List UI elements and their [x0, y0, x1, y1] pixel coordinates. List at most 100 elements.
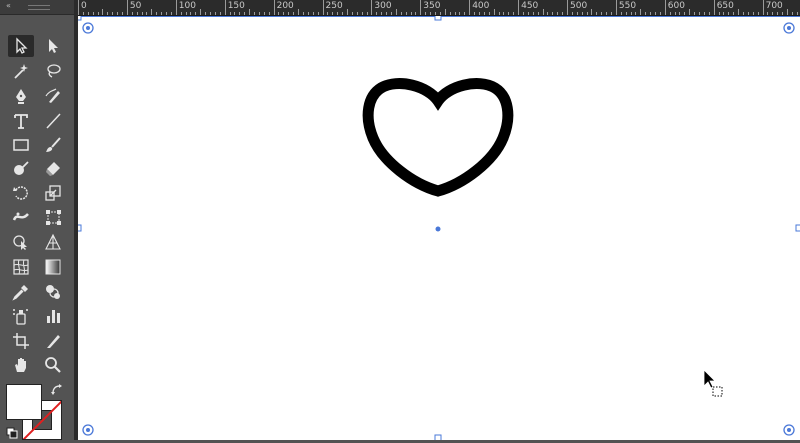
ruler-minor-tick	[474, 12, 476, 15]
ruler-minor-tick	[674, 12, 676, 15]
handle-top-center[interactable]	[434, 16, 442, 21]
hand-tool[interactable]	[8, 354, 34, 376]
ruler-minor-tick	[180, 12, 182, 15]
eraser-tool[interactable]	[40, 158, 66, 180]
shaper-tool[interactable]	[8, 158, 34, 180]
ruler-minor-tick	[444, 9, 446, 15]
ruler-minor-tick	[630, 12, 632, 15]
ruler-minor-tick	[757, 12, 759, 15]
handle-middle-right[interactable]	[795, 224, 800, 232]
handle-bottom-center[interactable]	[434, 434, 442, 440]
ruler-minor-tick	[390, 12, 392, 15]
corner-widget-bottom-left[interactable]	[82, 424, 94, 436]
ruler-minor-tick	[723, 12, 725, 15]
artboard-tool[interactable]	[8, 330, 34, 352]
scale-tool[interactable]	[40, 182, 66, 204]
artboard-tool-icon	[13, 333, 29, 349]
ruler-minor-tick	[645, 12, 647, 15]
ruler-minor-tick	[547, 12, 549, 15]
curvature-tool[interactable]	[40, 85, 66, 107]
ruler-label: 150	[227, 1, 245, 11]
rotate-tool[interactable]	[8, 182, 34, 204]
symbol-sprayer-tool-icon	[13, 309, 28, 325]
ruler-minor-tick	[425, 12, 427, 15]
lasso-tool[interactable]	[40, 60, 66, 82]
corner-widget-bottom-right[interactable]	[783, 424, 795, 436]
ruler-minor-tick	[787, 9, 789, 15]
fill-swatch[interactable]	[6, 384, 42, 420]
ruler-minor-tick	[708, 12, 710, 15]
type-tool[interactable]	[8, 110, 34, 132]
column-graph-tool[interactable]	[40, 305, 66, 327]
ruler-minor-tick	[356, 12, 358, 15]
ruler-label: 100	[178, 1, 196, 11]
heart-outline-shape[interactable]	[362, 78, 514, 197]
perspective-grid-tool[interactable]	[40, 231, 66, 253]
blend-tool[interactable]	[40, 281, 66, 303]
ruler-minor-tick	[483, 12, 485, 15]
ruler-major-tick	[273, 0, 275, 15]
line-segment-tool[interactable]	[40, 110, 66, 132]
ruler-minor-tick	[112, 12, 114, 15]
eyedropper-tool[interactable]	[8, 281, 34, 303]
ruler-label: 0	[81, 1, 87, 11]
tools-panel-header[interactable]: «	[0, 0, 74, 15]
gradient-tool[interactable]	[40, 256, 66, 278]
swap-fill-stroke-icon[interactable]	[50, 382, 64, 396]
ruler-minor-tick	[298, 9, 300, 15]
mesh-tool[interactable]	[8, 256, 34, 278]
corner-widget-top-right[interactable]	[783, 22, 795, 34]
hand-tool-icon	[15, 358, 26, 372]
ruler-label: 500	[570, 1, 588, 11]
magic-wand-tool[interactable]	[8, 60, 34, 82]
ruler-major-tick	[615, 0, 617, 15]
pen-tool[interactable]	[8, 85, 34, 107]
scale-tool-icon	[45, 185, 61, 201]
tools-panel: «	[0, 0, 74, 440]
ruler-minor-tick	[244, 12, 246, 15]
ruler-minor-tick	[743, 12, 745, 15]
horizontal-ruler[interactable]: 0 50 100 150 200 250 300 350 400 450 500 550 600 650 7…	[74, 0, 800, 16]
type-tool-icon	[14, 114, 28, 129]
ruler-minor-tick	[542, 9, 544, 15]
slice-tool[interactable]	[40, 330, 66, 352]
ruler-minor-tick	[606, 12, 608, 15]
free-transform-tool[interactable]	[40, 206, 66, 228]
ruler-minor-tick	[195, 12, 197, 15]
gradient-tool-icon	[45, 259, 61, 275]
collapse-panel-icon[interactable]: «	[6, 1, 11, 10]
rectangle-tool[interactable]	[8, 134, 34, 156]
direct-selection-tool[interactable]	[40, 35, 66, 57]
ruler-minor-tick	[449, 12, 451, 15]
default-fill-stroke-icon[interactable]	[6, 424, 18, 439]
column-graph-tool-icon	[47, 310, 60, 323]
symbol-sprayer-tool[interactable]	[8, 305, 34, 327]
ruler-major-tick	[518, 0, 520, 15]
ruler-minor-tick	[454, 12, 456, 15]
handle-middle-left[interactable]	[78, 224, 82, 232]
ruler-label: 450	[521, 1, 539, 11]
corner-widget-top-left[interactable]	[82, 22, 94, 34]
width-tool-icon	[12, 212, 29, 221]
ruler-major-tick	[224, 0, 226, 15]
ruler-minor-tick	[170, 12, 172, 15]
artboard-canvas[interactable]	[78, 16, 800, 440]
rotate-tool-icon	[13, 186, 28, 200]
ruler-minor-tick	[97, 12, 99, 15]
ruler-minor-tick	[498, 12, 500, 15]
panel-grip[interactable]	[28, 5, 50, 10]
paintbrush-tool[interactable]	[40, 134, 66, 156]
direct-selection-tool-icon	[49, 39, 58, 53]
selection-tool[interactable]	[8, 35, 34, 57]
ruler-minor-tick	[239, 12, 241, 15]
zoom-tool[interactable]	[40, 354, 66, 376]
width-tool[interactable]	[8, 206, 34, 228]
ruler-minor-tick	[655, 12, 657, 15]
ruler-minor-tick	[791, 12, 793, 15]
shape-builder-tool[interactable]	[8, 231, 34, 253]
handle-top-left[interactable]	[78, 16, 82, 21]
ruler-minor-tick	[571, 12, 573, 15]
ruler-minor-tick	[728, 12, 730, 15]
ruler-minor-tick	[386, 12, 388, 15]
ruler-minor-tick	[210, 12, 212, 15]
